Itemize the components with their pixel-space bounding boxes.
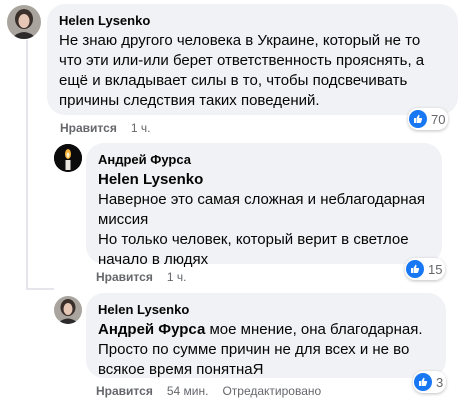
reaction-count[interactable]: 70 (408, 108, 449, 130)
like-button[interactable]: Нравится (96, 384, 153, 398)
comment-text: Не знаю другого человека в Украине, кото… (59, 32, 425, 109)
thread-line-reply (26, 288, 54, 290)
reaction-count[interactable]: 3 (413, 371, 447, 393)
avatar[interactable] (7, 5, 41, 39)
reaction-count[interactable]: 15 (405, 258, 446, 280)
mention-link[interactable]: Helen Lysenko (98, 170, 430, 190)
comment-actions: Нравится 54 мин. Отредактировано (96, 383, 321, 399)
comment-bubble: Андрей Фурса Helen Lysenko Наверное это … (86, 143, 442, 268)
mention-link[interactable]: Андрей Фурса (98, 321, 205, 338)
comment-text: Андрей Фурса мое мнение, она благодарная… (98, 320, 434, 380)
comment-text-line: Но только человек, который верит в светл… (98, 231, 409, 268)
timestamp[interactable]: 1 ч. (167, 270, 187, 284)
avatar[interactable] (54, 144, 82, 172)
like-icon (409, 110, 427, 128)
reaction-number: 3 (436, 374, 444, 390)
comment-bubble: Helen Lysenko Не знаю другого человека в… (47, 4, 458, 115)
comment-author[interactable]: Helen Lysenko (59, 12, 446, 29)
like-button[interactable]: Нравится (60, 121, 117, 135)
comment-author[interactable]: Helen Lysenko (98, 301, 434, 318)
comment-actions: Нравится 1 ч. (60, 120, 150, 136)
comment-text: Helen Lysenko Наверное это самая сложная… (98, 170, 430, 270)
thread-line (26, 40, 28, 290)
like-icon (414, 373, 432, 391)
comment-bubble: Helen Lysenko Андрей Фурса мое мнение, о… (86, 293, 446, 378)
avatar[interactable] (54, 296, 82, 324)
edited-label: Отредактировано (222, 384, 322, 398)
reaction-number: 15 (428, 261, 443, 277)
timestamp[interactable]: 54 мин. (167, 384, 209, 398)
comment-author[interactable]: Андрей Фурса (98, 151, 430, 168)
comment-actions: Нравится 1 ч. (96, 269, 186, 285)
like-icon (406, 260, 424, 278)
timestamp[interactable]: 1 ч. (131, 121, 151, 135)
reaction-number: 70 (431, 111, 446, 127)
comment-text-line: Наверное это самая сложная и неблагодарн… (98, 191, 426, 228)
like-button[interactable]: Нравится (96, 270, 153, 284)
